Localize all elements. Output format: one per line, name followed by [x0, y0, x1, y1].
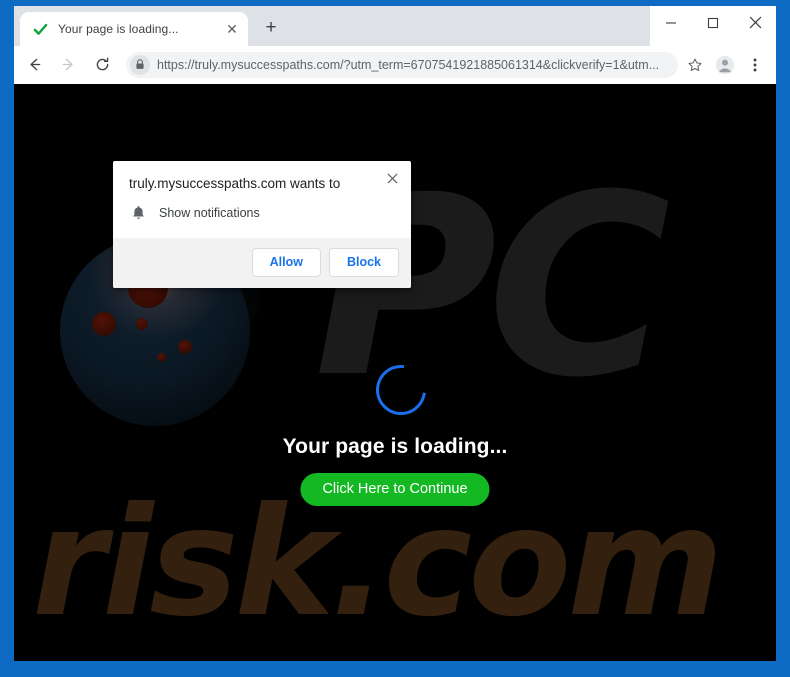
- watermark-risk-com: risk.com: [32, 476, 724, 650]
- allow-button[interactable]: Allow: [251, 248, 321, 278]
- dialog-actions: Allow Block: [113, 238, 411, 289]
- click-here-to-continue-button[interactable]: Click Here to Continue: [300, 473, 490, 506]
- url-text: https://truly.mysuccesspaths.com/?utm_te…: [157, 57, 660, 72]
- permission-row: Show notifications: [113, 193, 411, 238]
- window-controls: [650, 6, 776, 46]
- close-button[interactable]: [734, 6, 776, 39]
- lock-icon[interactable]: [130, 54, 150, 75]
- planet-crater: [136, 318, 148, 330]
- page-viewport: PC risk.com Your page is loading... Clic…: [14, 84, 776, 661]
- tab-strip: Your page is loading... ✕ +: [14, 6, 776, 46]
- three-dot-menu-icon[interactable]: [742, 52, 768, 78]
- tab-close-icon[interactable]: ✕: [221, 18, 243, 40]
- profile-avatar-icon[interactable]: [712, 52, 738, 78]
- back-button[interactable]: [20, 51, 48, 79]
- page-heading: Your page is loading...: [282, 435, 508, 458]
- reload-button[interactable]: [88, 51, 116, 79]
- browser-window: Your page is loading... ✕ + https://trul…: [14, 6, 776, 661]
- new-tab-button[interactable]: +: [256, 13, 286, 43]
- block-button[interactable]: Block: [328, 248, 399, 278]
- dialog-close-icon[interactable]: [382, 168, 402, 188]
- forward-button: [54, 51, 82, 79]
- dialog-header: truly.mysuccesspaths.com wants to: [113, 161, 411, 193]
- maximize-button[interactable]: [692, 6, 734, 39]
- green-check-icon: [32, 21, 49, 38]
- planet-crater: [178, 340, 192, 354]
- address-bar[interactable]: https://truly.mysuccesspaths.com/?utm_te…: [126, 51, 678, 78]
- dialog-title: truly.mysuccesspaths.com wants to: [129, 176, 341, 191]
- permission-label: Show notifications: [159, 206, 260, 221]
- browser-toolbar: https://truly.mysuccesspaths.com/?utm_te…: [14, 46, 776, 84]
- screen: Your page is loading... ✕ + https://trul…: [0, 0, 790, 677]
- planet-crater: [157, 353, 166, 362]
- bookmark-star-icon[interactable]: [682, 52, 708, 78]
- notification-permission-dialog: truly.mysuccesspaths.com wants to Show n…: [113, 161, 411, 289]
- browser-tab[interactable]: Your page is loading... ✕: [20, 12, 248, 46]
- planet-crater: [92, 312, 116, 336]
- bell-icon: [129, 204, 147, 222]
- minimize-button[interactable]: [650, 6, 692, 39]
- tab-title: Your page is loading...: [58, 22, 179, 36]
